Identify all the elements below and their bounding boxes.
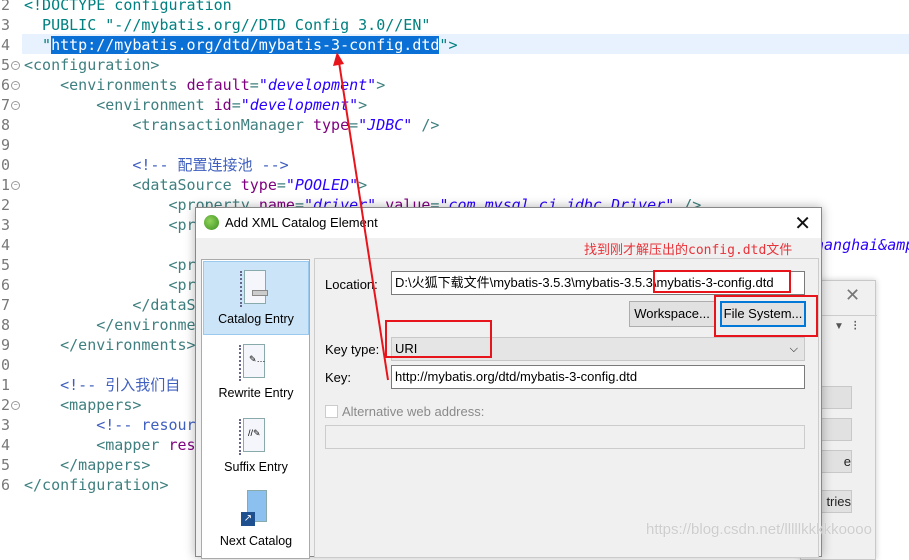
annotation-arrow	[333, 52, 389, 381]
watermark: https://blog.csdn.net/lllllkkkkkoooo	[646, 521, 872, 538]
